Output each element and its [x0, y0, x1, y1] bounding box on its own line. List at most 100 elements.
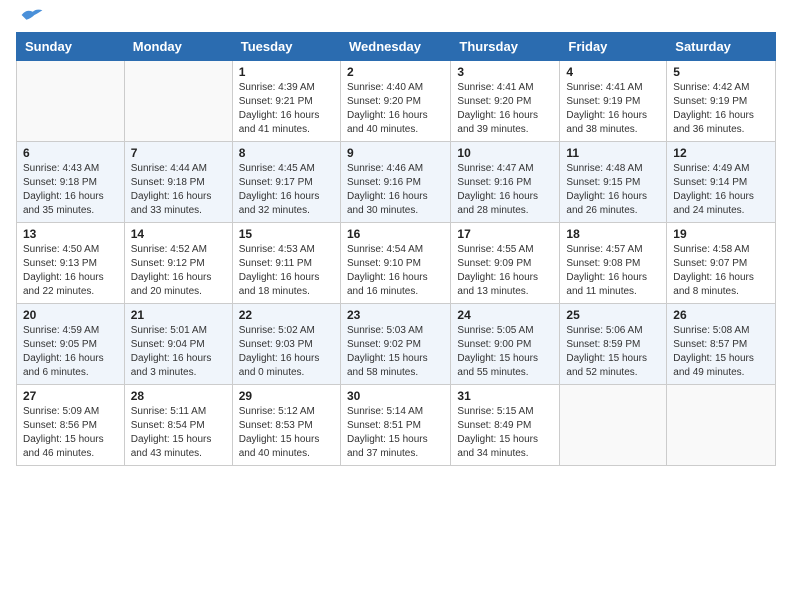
day-number: 22	[239, 308, 334, 322]
day-info: Sunrise: 4:44 AM Sunset: 9:18 PM Dayligh…	[131, 162, 226, 218]
day-number: 10	[457, 146, 553, 160]
day-info: Sunrise: 4:57 AM Sunset: 9:08 PM Dayligh…	[566, 243, 660, 299]
calendar-cell: 17 Sunrise: 4:55 AM Sunset: 9:09 PM Dayli…	[451, 223, 560, 304]
column-header-monday: Monday	[124, 33, 232, 61]
calendar-cell: 26 Sunrise: 5:08 AM Sunset: 8:57 PM Dayli…	[667, 304, 776, 385]
day-number: 16	[347, 227, 444, 241]
day-number: 2	[347, 65, 444, 79]
day-info: Sunrise: 4:59 AM Sunset: 9:05 PM Dayligh…	[23, 324, 118, 380]
day-number: 11	[566, 146, 660, 160]
day-number: 26	[673, 308, 769, 322]
calendar-cell: 6 Sunrise: 4:43 AM Sunset: 9:18 PM Daylig…	[17, 142, 125, 223]
day-number: 27	[23, 389, 118, 403]
calendar-cell: 29 Sunrise: 5:12 AM Sunset: 8:53 PM Dayli…	[232, 385, 340, 466]
day-info: Sunrise: 5:11 AM Sunset: 8:54 PM Dayligh…	[131, 405, 226, 461]
calendar-table: SundayMondayTuesdayWednesdayThursdayFrid…	[16, 32, 776, 466]
calendar-cell	[124, 61, 232, 142]
calendar-cell: 7 Sunrise: 4:44 AM Sunset: 9:18 PM Daylig…	[124, 142, 232, 223]
calendar-cell: 23 Sunrise: 5:03 AM Sunset: 9:02 PM Dayli…	[340, 304, 450, 385]
calendar-cell: 16 Sunrise: 4:54 AM Sunset: 9:10 PM Dayli…	[340, 223, 450, 304]
day-number: 29	[239, 389, 334, 403]
day-info: Sunrise: 4:45 AM Sunset: 9:17 PM Dayligh…	[239, 162, 334, 218]
calendar-cell: 4 Sunrise: 4:41 AM Sunset: 9:19 PM Daylig…	[560, 61, 667, 142]
day-number: 31	[457, 389, 553, 403]
calendar-cell: 11 Sunrise: 4:48 AM Sunset: 9:15 PM Dayli…	[560, 142, 667, 223]
day-info: Sunrise: 4:48 AM Sunset: 9:15 PM Dayligh…	[566, 162, 660, 218]
calendar-cell: 3 Sunrise: 4:41 AM Sunset: 9:20 PM Daylig…	[451, 61, 560, 142]
day-info: Sunrise: 5:15 AM Sunset: 8:49 PM Dayligh…	[457, 405, 553, 461]
day-number: 23	[347, 308, 444, 322]
day-info: Sunrise: 5:01 AM Sunset: 9:04 PM Dayligh…	[131, 324, 226, 380]
calendar-cell	[17, 61, 125, 142]
calendar-cell	[560, 385, 667, 466]
day-number: 9	[347, 146, 444, 160]
week-row-4: 20 Sunrise: 4:59 AM Sunset: 9:05 PM Dayli…	[17, 304, 776, 385]
column-header-tuesday: Tuesday	[232, 33, 340, 61]
day-info: Sunrise: 4:40 AM Sunset: 9:20 PM Dayligh…	[347, 81, 444, 137]
day-number: 7	[131, 146, 226, 160]
day-info: Sunrise: 5:14 AM Sunset: 8:51 PM Dayligh…	[347, 405, 444, 461]
calendar-cell: 28 Sunrise: 5:11 AM Sunset: 8:54 PM Dayli…	[124, 385, 232, 466]
calendar-cell: 8 Sunrise: 4:45 AM Sunset: 9:17 PM Daylig…	[232, 142, 340, 223]
day-number: 4	[566, 65, 660, 79]
day-number: 25	[566, 308, 660, 322]
calendar-cell: 12Sunrise: 4:49 AM Sunset: 9:14 PM Dayli…	[667, 142, 776, 223]
day-info: Sunrise: 5:06 AM Sunset: 8:59 PM Dayligh…	[566, 324, 660, 380]
calendar-cell: 18 Sunrise: 4:57 AM Sunset: 9:08 PM Dayli…	[560, 223, 667, 304]
calendar-cell: 31 Sunrise: 5:15 AM Sunset: 8:49 PM Dayli…	[451, 385, 560, 466]
day-number: 28	[131, 389, 226, 403]
calendar-cell: 10Sunrise: 4:47 AM Sunset: 9:16 PM Dayli…	[451, 142, 560, 223]
day-info: Sunrise: 4:53 AM Sunset: 9:11 PM Dayligh…	[239, 243, 334, 299]
calendar-cell: 21 Sunrise: 5:01 AM Sunset: 9:04 PM Dayli…	[124, 304, 232, 385]
week-row-1: 1Sunrise: 4:39 AM Sunset: 9:21 PM Daylig…	[17, 61, 776, 142]
column-header-sunday: Sunday	[17, 33, 125, 61]
day-info: Sunrise: 4:42 AM Sunset: 9:19 PM Dayligh…	[673, 81, 769, 137]
day-info: Sunrise: 4:54 AM Sunset: 9:10 PM Dayligh…	[347, 243, 444, 299]
day-info: Sunrise: 4:55 AM Sunset: 9:09 PM Dayligh…	[457, 243, 553, 299]
day-number: 3	[457, 65, 553, 79]
column-header-wednesday: Wednesday	[340, 33, 450, 61]
day-number: 15	[239, 227, 334, 241]
column-header-friday: Friday	[560, 33, 667, 61]
day-number: 21	[131, 308, 226, 322]
day-number: 13	[23, 227, 118, 241]
day-info: Sunrise: 5:08 AM Sunset: 8:57 PM Dayligh…	[673, 324, 769, 380]
calendar-cell: 27Sunrise: 5:09 AM Sunset: 8:56 PM Dayli…	[17, 385, 125, 466]
day-info: Sunrise: 4:50 AM Sunset: 9:13 PM Dayligh…	[23, 243, 118, 299]
calendar-cell: 20 Sunrise: 4:59 AM Sunset: 9:05 PM Dayli…	[17, 304, 125, 385]
day-info: Sunrise: 4:41 AM Sunset: 9:20 PM Dayligh…	[457, 81, 553, 137]
day-info: Sunrise: 5:12 AM Sunset: 8:53 PM Dayligh…	[239, 405, 334, 461]
calendar-cell: 19Sunrise: 4:58 AM Sunset: 9:07 PM Dayli…	[667, 223, 776, 304]
day-info: Sunrise: 4:58 AM Sunset: 9:07 PM Dayligh…	[673, 243, 769, 299]
column-header-saturday: Saturday	[667, 33, 776, 61]
day-info: Sunrise: 4:49 AM Sunset: 9:14 PM Dayligh…	[673, 162, 769, 218]
calendar-cell: 1Sunrise: 4:39 AM Sunset: 9:21 PM Daylig…	[232, 61, 340, 142]
calendar-cell: 25 Sunrise: 5:06 AM Sunset: 8:59 PM Dayli…	[560, 304, 667, 385]
day-number: 6	[23, 146, 118, 160]
day-number: 5	[673, 65, 769, 79]
day-number: 17	[457, 227, 553, 241]
calendar-cell: 24Sunrise: 5:05 AM Sunset: 9:00 PM Dayli…	[451, 304, 560, 385]
day-number: 20	[23, 308, 118, 322]
day-number: 8	[239, 146, 334, 160]
day-info: Sunrise: 4:46 AM Sunset: 9:16 PM Dayligh…	[347, 162, 444, 218]
day-info: Sunrise: 5:03 AM Sunset: 9:02 PM Dayligh…	[347, 324, 444, 380]
calendar-header-row: SundayMondayTuesdayWednesdayThursdayFrid…	[17, 33, 776, 61]
calendar-cell: 14Sunrise: 4:52 AM Sunset: 9:12 PM Dayli…	[124, 223, 232, 304]
page-header	[16, 16, 776, 24]
column-header-thursday: Thursday	[451, 33, 560, 61]
week-row-5: 27Sunrise: 5:09 AM Sunset: 8:56 PM Dayli…	[17, 385, 776, 466]
logo-bird-icon	[20, 6, 44, 24]
day-info: Sunrise: 5:02 AM Sunset: 9:03 PM Dayligh…	[239, 324, 334, 380]
calendar-cell: 9 Sunrise: 4:46 AM Sunset: 9:16 PM Daylig…	[340, 142, 450, 223]
day-number: 30	[347, 389, 444, 403]
day-info: Sunrise: 4:43 AM Sunset: 9:18 PM Dayligh…	[23, 162, 118, 218]
day-number: 14	[131, 227, 226, 241]
logo	[16, 16, 44, 24]
calendar-cell: 5 Sunrise: 4:42 AM Sunset: 9:19 PM Daylig…	[667, 61, 776, 142]
calendar-cell	[667, 385, 776, 466]
day-info: Sunrise: 4:39 AM Sunset: 9:21 PM Dayligh…	[239, 81, 334, 137]
day-info: Sunrise: 4:41 AM Sunset: 9:19 PM Dayligh…	[566, 81, 660, 137]
day-number: 18	[566, 227, 660, 241]
calendar-cell: 13 Sunrise: 4:50 AM Sunset: 9:13 PM Dayli…	[17, 223, 125, 304]
